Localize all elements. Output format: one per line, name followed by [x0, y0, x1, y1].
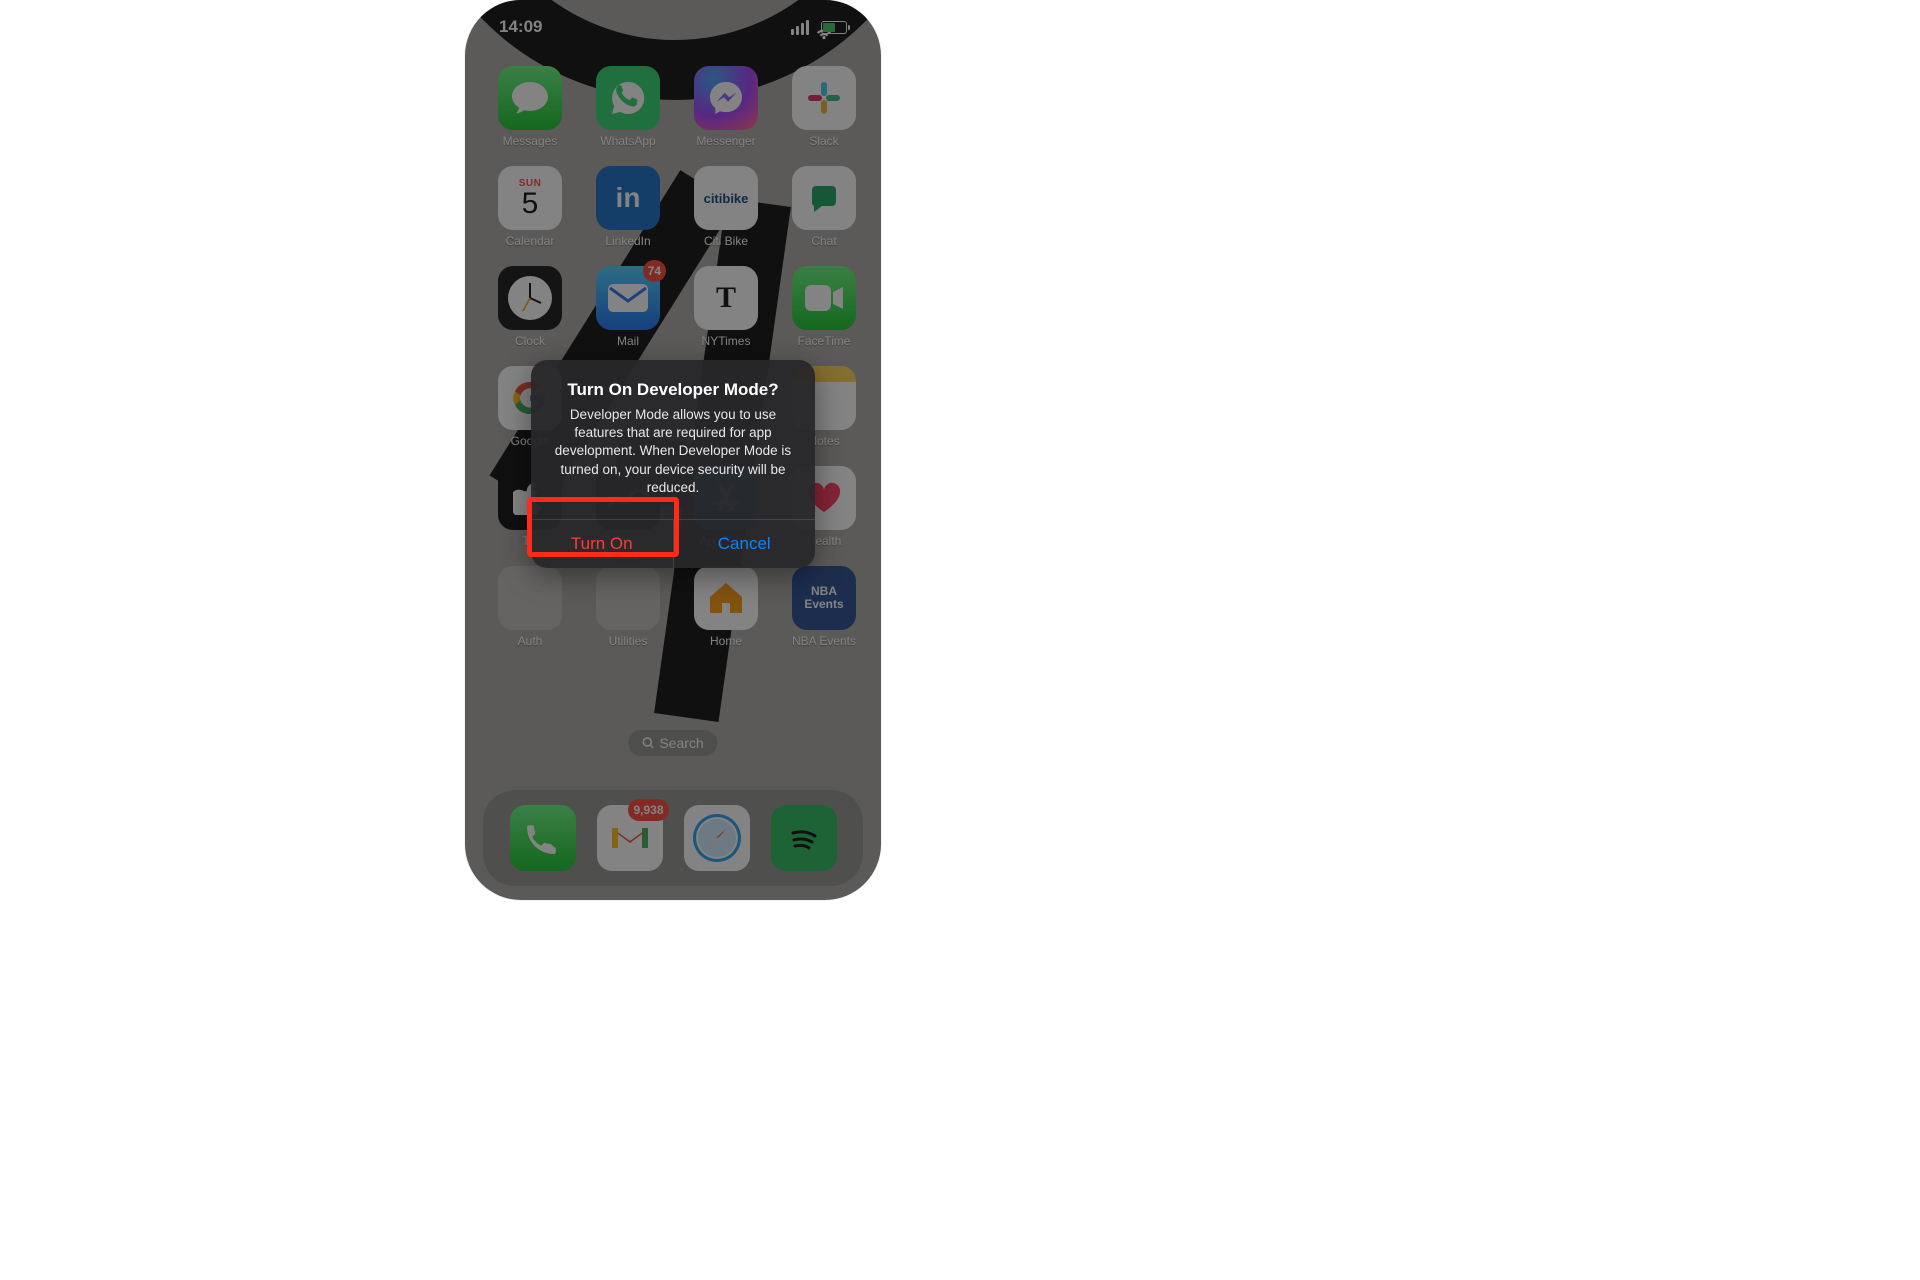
- app-messenger[interactable]: Messenger: [687, 66, 765, 148]
- app-label: FaceTime: [798, 334, 851, 348]
- app-label: Chat: [811, 234, 836, 248]
- app-label: Home: [710, 634, 742, 648]
- home-icon: [694, 566, 758, 630]
- alert-body: Developer Mode allows you to use feature…: [549, 406, 797, 497]
- app-chat[interactable]: Chat: [785, 166, 863, 248]
- dock-app-gmail[interactable]: 9,938: [597, 805, 663, 871]
- app-label: NYTimes: [702, 334, 751, 348]
- status-bar: 14:09: [465, 10, 881, 44]
- linkedin-icon: in: [596, 166, 660, 230]
- turn-on-button[interactable]: Turn On: [531, 520, 674, 568]
- app-mail[interactable]: 74 Mail: [589, 266, 667, 348]
- app-label: NBA Events: [792, 634, 856, 648]
- app-label: Messages: [503, 134, 558, 148]
- app-label: Mail: [617, 334, 639, 348]
- app-nytimes[interactable]: T NYTimes: [687, 266, 765, 348]
- dock: 9,938: [483, 790, 863, 886]
- status-time: 14:09: [499, 17, 542, 37]
- search-icon: [642, 737, 654, 749]
- clock-icon: [498, 266, 562, 330]
- battery-icon: [821, 21, 847, 34]
- app-messages[interactable]: Messages: [491, 66, 569, 148]
- app-citibike[interactable]: citibike Citi Bike: [687, 166, 765, 248]
- app-nba-events[interactable]: NBA Events NBA Events: [785, 566, 863, 648]
- app-clock[interactable]: Clock: [491, 266, 569, 348]
- nytimes-icon: T: [694, 266, 758, 330]
- phone-icon: [525, 820, 561, 856]
- app-facetime[interactable]: FaceTime: [785, 266, 863, 348]
- folder-utilities[interactable]: Utilities: [589, 566, 667, 648]
- iphone-home-screen: 14:09 Messages WhatsA: [465, 0, 881, 900]
- spotlight-search[interactable]: Search: [628, 730, 717, 756]
- safari-icon: [690, 811, 744, 865]
- alert-title: Turn On Developer Mode?: [549, 380, 797, 400]
- app-label: Clock: [515, 334, 545, 348]
- app-label: LinkedIn: [605, 234, 650, 248]
- gmail-icon: [608, 822, 652, 854]
- messages-icon: [498, 66, 562, 130]
- google-chat-icon: [792, 166, 856, 230]
- mail-icon: 74: [596, 266, 660, 330]
- cancel-button[interactable]: Cancel: [674, 520, 816, 568]
- calendar-day: 5: [522, 189, 539, 219]
- dock-app-spotify[interactable]: [771, 805, 837, 871]
- facetime-icon: [792, 266, 856, 330]
- citibike-icon: citibike: [694, 166, 758, 230]
- app-label: Utilities: [609, 634, 648, 648]
- app-label: Calendar: [506, 234, 555, 248]
- app-calendar[interactable]: SUN 5 Calendar: [491, 166, 569, 248]
- app-label: Citi Bike: [704, 234, 748, 248]
- cellular-icon: [791, 20, 809, 35]
- slack-icon: [792, 66, 856, 130]
- app-label: Auth: [518, 634, 543, 648]
- dock-app-safari[interactable]: [684, 805, 750, 871]
- app-slack[interactable]: Slack: [785, 66, 863, 148]
- app-label: Messenger: [696, 134, 755, 148]
- folder-auth[interactable]: Auth: [491, 566, 569, 648]
- folder-icon: [596, 566, 660, 630]
- nba-events-icon: NBA Events: [792, 566, 856, 630]
- spotify-icon: [781, 815, 827, 861]
- app-label: WhatsApp: [600, 134, 655, 148]
- folder-icon: [498, 566, 562, 630]
- whatsapp-icon: [596, 66, 660, 130]
- messenger-icon: [694, 66, 758, 130]
- app-linkedin[interactable]: in LinkedIn: [589, 166, 667, 248]
- dock-app-phone[interactable]: [510, 805, 576, 871]
- notification-badge: 9,938: [628, 799, 668, 821]
- app-label: Slack: [809, 134, 838, 148]
- app-home[interactable]: Home: [687, 566, 765, 648]
- app-whatsapp[interactable]: WhatsApp: [589, 66, 667, 148]
- calendar-icon: SUN 5: [498, 166, 562, 230]
- search-label: Search: [659, 735, 703, 751]
- developer-mode-alert: Turn On Developer Mode? Developer Mode a…: [531, 360, 815, 568]
- notification-badge: 74: [643, 260, 666, 282]
